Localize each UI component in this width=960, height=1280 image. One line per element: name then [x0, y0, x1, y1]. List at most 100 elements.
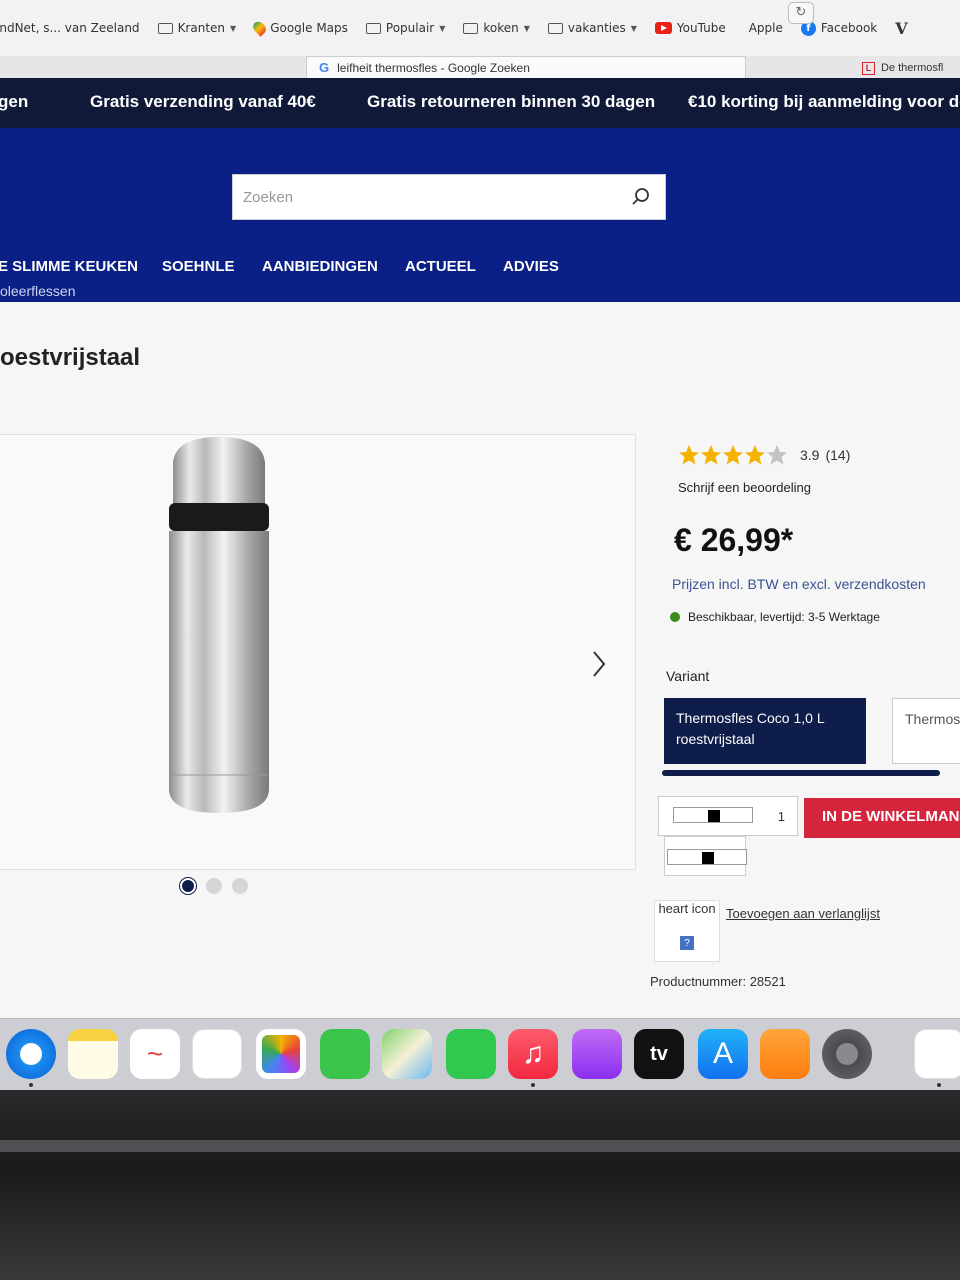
review-count: (14)	[825, 447, 851, 463]
maps-icon[interactable]	[382, 1029, 432, 1079]
wishlist-icon-alt: heart icon	[658, 901, 716, 916]
site-header: E SLIMME KEUKEN SOEHNLE AANBIEDINGEN ACT…	[0, 128, 960, 302]
add-to-cart-button[interactable]: IN DE WINKELMAN	[804, 798, 960, 838]
search-box	[232, 174, 666, 220]
freeform-icon[interactable]: ~	[130, 1029, 180, 1079]
chevron-right-icon[interactable]	[591, 649, 607, 679]
bookmark-populair-label: Populair	[385, 21, 435, 35]
rating-value: 3.9	[800, 447, 820, 463]
variant-scrollbar[interactable]	[662, 770, 940, 776]
star-row	[678, 444, 788, 466]
menu-item-slimme-keuken[interactable]: E SLIMME KEUKEN	[0, 258, 138, 275]
bookmark-0[interactable]: andNet, s... van Zeeland	[0, 21, 140, 35]
music-icon[interactable]: ♫	[508, 1029, 558, 1079]
photos-icon[interactable]	[256, 1029, 306, 1079]
search-icon[interactable]	[631, 187, 651, 207]
gallery-dot[interactable]	[232, 878, 248, 894]
promo-shipping: Gratis verzending vanaf 40€	[90, 92, 316, 111]
star-icon	[745, 445, 765, 465]
tab-google-search[interactable]: G leifheit thermosfles - Google Zoeken	[306, 56, 746, 78]
bookmark-youtube-label: YouTube	[676, 21, 726, 35]
quantity-increase-button[interactable]	[673, 807, 753, 823]
availability-dot-icon	[670, 612, 680, 622]
bookmark-facebook[interactable]: f Facebook	[800, 20, 878, 36]
tab-google-search-title: leifheit thermosfles - Google Zoeken	[337, 60, 530, 75]
laptop-hinge	[0, 1140, 960, 1152]
gallery-dot[interactable]	[180, 878, 196, 894]
variant-option-selected[interactable]: Thermosfles Coco 1,0 L roestvrijstaal	[664, 698, 866, 764]
product-number: Productnummer: 28521	[650, 974, 786, 989]
safari-icon[interactable]	[6, 1029, 56, 1079]
running-indicator	[29, 1083, 33, 1087]
tab-strip: G leifheit thermosfles - Google Zoeken L…	[0, 56, 960, 78]
main-menu: E SLIMME KEUKEN SOEHNLE AANBIEDINGEN ACT…	[0, 254, 960, 284]
bookmark-facebook-label: Facebook	[820, 21, 878, 35]
quantity-stepper: 1	[658, 796, 798, 836]
wishlist-link[interactable]: Toevoegen aan verlanglijst	[726, 906, 880, 921]
folder-icon	[157, 22, 173, 34]
dock: ~ ♫ tv A	[0, 1018, 960, 1090]
running-indicator	[937, 1083, 941, 1087]
bookmark-populair[interactable]: Populair ▼	[365, 21, 445, 35]
bookmark-kranten[interactable]: Kranten ▼	[157, 21, 237, 35]
bookmark-vakanties-label: vakanties	[567, 21, 626, 35]
search-input[interactable]	[233, 175, 613, 219]
chevron-down-icon: ▼	[230, 23, 237, 33]
folder-icon	[365, 22, 381, 34]
menu-item-actueel[interactable]: ACTUEEL	[405, 258, 476, 275]
star-icon	[767, 445, 787, 465]
breadcrumb[interactable]: oleerflessen	[0, 283, 76, 299]
chevron-down-icon: ▼	[630, 23, 637, 33]
leifheit-favicon-icon: L	[862, 61, 875, 75]
podcasts-icon[interactable]	[572, 1029, 622, 1079]
rating-stars[interactable]: 3.9 (14)	[678, 444, 850, 466]
menu-item-advies[interactable]: ADVIES	[503, 258, 559, 275]
reminders-icon[interactable]	[192, 1029, 242, 1079]
product-title: oestvrijstaal	[0, 344, 141, 371]
product-info: 3.9 (14) Schrijf een beoordeling € 26,99…	[650, 302, 960, 1018]
passwords-icon[interactable]	[914, 1029, 960, 1079]
bookmark-youtube[interactable]: YouTube	[654, 21, 726, 35]
variant-option[interactable]: Thermos roestvrij s	[892, 698, 960, 764]
bookmark-vakanties[interactable]: vakanties ▼	[547, 21, 637, 35]
books-icon[interactable]	[760, 1029, 810, 1079]
bookmark-koken[interactable]: koken ▼	[463, 21, 530, 35]
messages-icon[interactable]	[320, 1029, 370, 1079]
gallery-dots	[180, 878, 248, 894]
folder-icon	[463, 22, 479, 34]
bookmark-apple[interactable]: Apple	[744, 21, 783, 35]
vat-note: Prijzen incl. BTW en excl. verzendkosten	[672, 576, 926, 592]
promo-left: gen	[0, 92, 29, 111]
menu-item-soehnle[interactable]: SOEHNLE	[162, 258, 235, 275]
quantity-stepper-lower	[664, 836, 747, 876]
tv-icon[interactable]: tv	[634, 1029, 684, 1079]
settings-icon[interactable]	[822, 1029, 872, 1079]
product-price: € 26,99*	[674, 522, 794, 558]
reload-icon[interactable]: ↻	[788, 2, 814, 24]
bookmark-google-maps[interactable]: Google Maps	[250, 19, 348, 37]
running-indicator	[531, 1083, 535, 1087]
quantity-decrease-button[interactable]	[667, 849, 747, 865]
quantity-value[interactable]: 1	[778, 809, 785, 824]
product-image	[169, 437, 269, 813]
v-icon: V	[895, 18, 908, 38]
bookmark-v[interactable]: V	[895, 19, 907, 38]
app-store-icon[interactable]: A	[698, 1029, 748, 1079]
promo-discount: €10 korting bij aanmelding voor de n	[688, 92, 960, 111]
product-gallery	[0, 434, 636, 870]
laptop-bezel	[0, 1090, 960, 1280]
bookmark-google-maps-label: Google Maps	[270, 21, 348, 35]
heart-icon: ?	[680, 936, 694, 950]
menu-item-aanbiedingen[interactable]: AANBIEDINGEN	[262, 258, 378, 275]
tv-icon-label: tv	[650, 1043, 668, 1065]
star-icon	[723, 445, 743, 465]
promo-bar: gen Gratis verzending vanaf 40€ Gratis r…	[0, 78, 960, 128]
gallery-dot[interactable]	[206, 878, 222, 894]
write-review-link[interactable]: Schrijf een beoordeling	[678, 480, 811, 495]
tab-thermosfles[interactable]: L De thermosfl	[862, 58, 960, 78]
facetime-icon[interactable]	[446, 1029, 496, 1079]
availability-text: Beschikbaar, levertijd: 3-5 Werktage	[688, 610, 880, 624]
notes-icon[interactable]	[68, 1029, 118, 1079]
wishlist-button[interactable]: heart icon ?	[654, 900, 720, 962]
product-page: oestvrijstaal 3.9 (14) Schrijf een beoor…	[0, 302, 960, 1018]
